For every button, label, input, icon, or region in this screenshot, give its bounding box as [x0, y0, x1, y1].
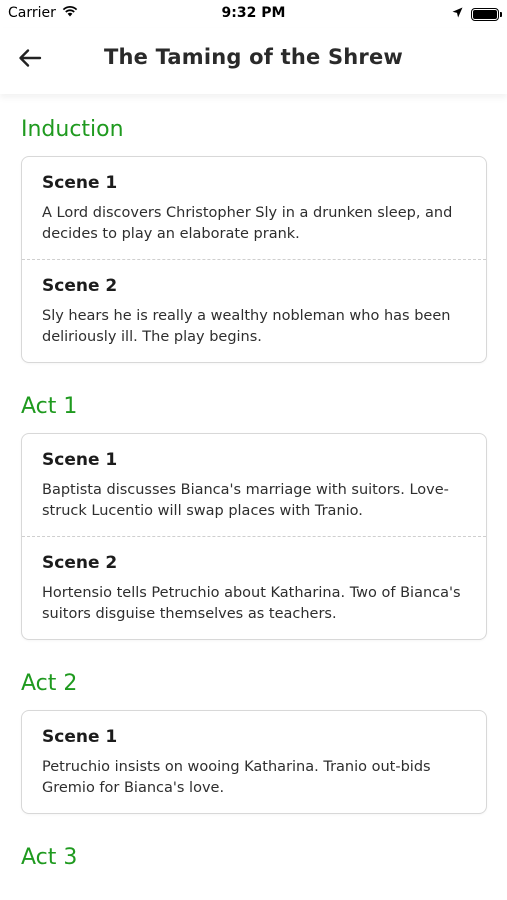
scene-title: Scene 1 [42, 727, 118, 747]
page-title: The Taming of the Shrew [103, 45, 404, 69]
status-bar: Carrier 9:32 PM [0, 0, 507, 28]
screen: Carrier 9:32 PM The Taming of the Shrew … [0, 0, 507, 900]
nav-bar: The Taming of the Shrew [0, 28, 507, 94]
scene-title: Scene 1 [42, 450, 118, 470]
scene-title: Scene 2 [42, 276, 118, 296]
scene-card: Scene 1 A Lord discovers Christopher Sly… [21, 156, 487, 363]
status-time: 9:32 PM [221, 5, 286, 21]
scene-item[interactable]: Scene 2 Sly hears he is really a wealthy… [22, 259, 486, 362]
scene-card: Scene 1 Baptista discusses Bianca's marr… [21, 433, 487, 640]
section-act-3: Act 3 [0, 822, 507, 882]
scene-title: Scene 2 [42, 553, 118, 573]
status-right [452, 6, 502, 22]
section-act-1: Act 1 Scene 1 Baptista discusses Bianca'… [0, 371, 507, 640]
scene-item[interactable]: Scene 1 A Lord discovers Christopher Sly… [22, 157, 486, 259]
scene-description: Petruchio insists on wooing Katharina. T… [42, 759, 431, 796]
battery-icon [471, 7, 502, 21]
scene-item[interactable]: Scene 2 Hortensio tells Petruchio about … [22, 536, 486, 639]
section-title: Induction [21, 116, 124, 142]
section-induction: Induction Scene 1 A Lord discovers Chris… [0, 94, 507, 363]
section-title: Act 3 [21, 844, 78, 870]
scene-description: Baptista discusses Bianca's marriage wit… [42, 482, 449, 519]
scene-description: A Lord discovers Christopher Sly in a dr… [42, 205, 453, 242]
section-title: Act 1 [21, 393, 78, 419]
section-act-2: Act 2 Scene 1 Petruchio insists on wooin… [0, 648, 507, 814]
scene-item[interactable]: Scene 1 Baptista discusses Bianca's marr… [22, 434, 486, 536]
scene-title: Scene 1 [42, 173, 118, 193]
section-title: Act 2 [21, 670, 78, 696]
scene-description: Sly hears he is really a wealthy noblema… [42, 308, 451, 345]
scene-item[interactable]: Scene 1 Petruchio insists on wooing Kath… [22, 711, 486, 813]
scene-list[interactable]: Induction Scene 1 A Lord discovers Chris… [0, 94, 507, 900]
location-arrow-icon [452, 6, 463, 22]
scene-description: Hortensio tells Petruchio about Katharin… [42, 585, 461, 622]
scene-card: Scene 1 Petruchio insists on wooing Kath… [21, 710, 487, 814]
